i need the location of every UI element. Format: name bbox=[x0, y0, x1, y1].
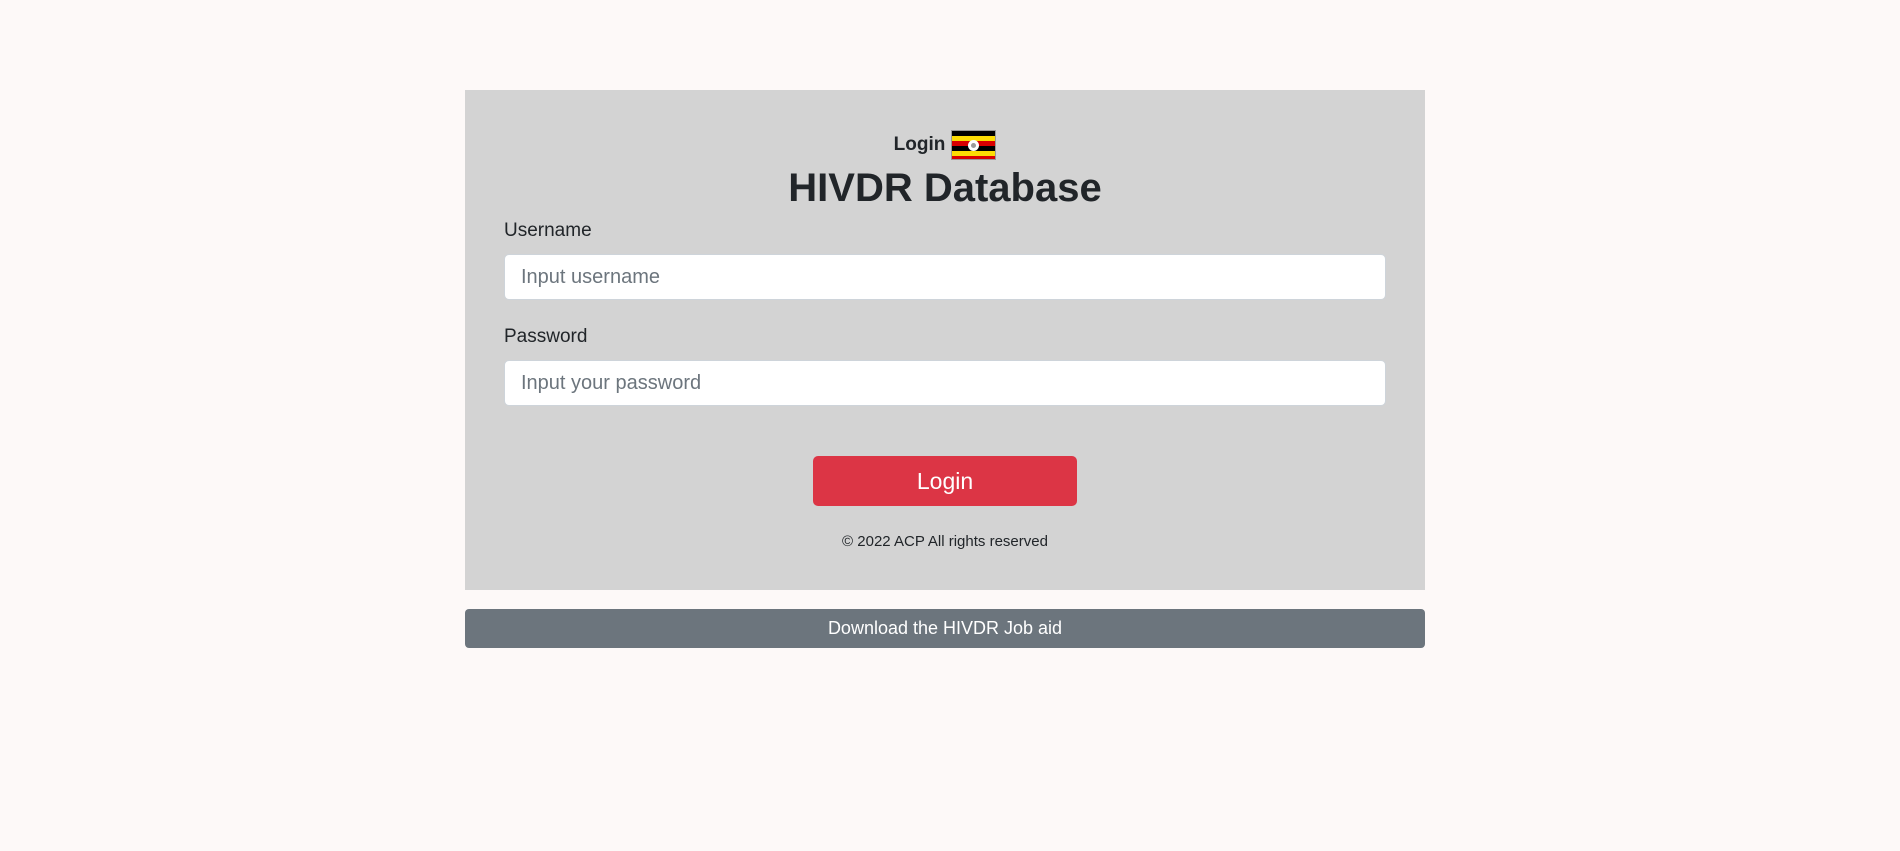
password-input[interactable] bbox=[504, 360, 1386, 406]
flag-stripe bbox=[952, 156, 996, 159]
login-caption: Login bbox=[894, 130, 997, 160]
login-header: Login HIVDR Database bbox=[465, 130, 1425, 212]
login-caption-text: Login bbox=[893, 134, 946, 155]
login-card: Login HIVDR Database Username Password L… bbox=[465, 90, 1425, 590]
copyright-text: © 2022 ACP All rights reserved bbox=[842, 533, 1048, 550]
page-title: HIVDR Database bbox=[788, 166, 1102, 210]
login-button[interactable]: Login bbox=[813, 456, 1077, 506]
username-label: Username bbox=[504, 220, 592, 241]
download-job-aid-button[interactable]: Download the HIVDR Job aid bbox=[465, 609, 1425, 648]
password-label: Password bbox=[504, 326, 588, 347]
uganda-flag-icon bbox=[951, 130, 997, 160]
username-input[interactable] bbox=[504, 254, 1386, 300]
crane-emblem-icon bbox=[968, 139, 980, 151]
